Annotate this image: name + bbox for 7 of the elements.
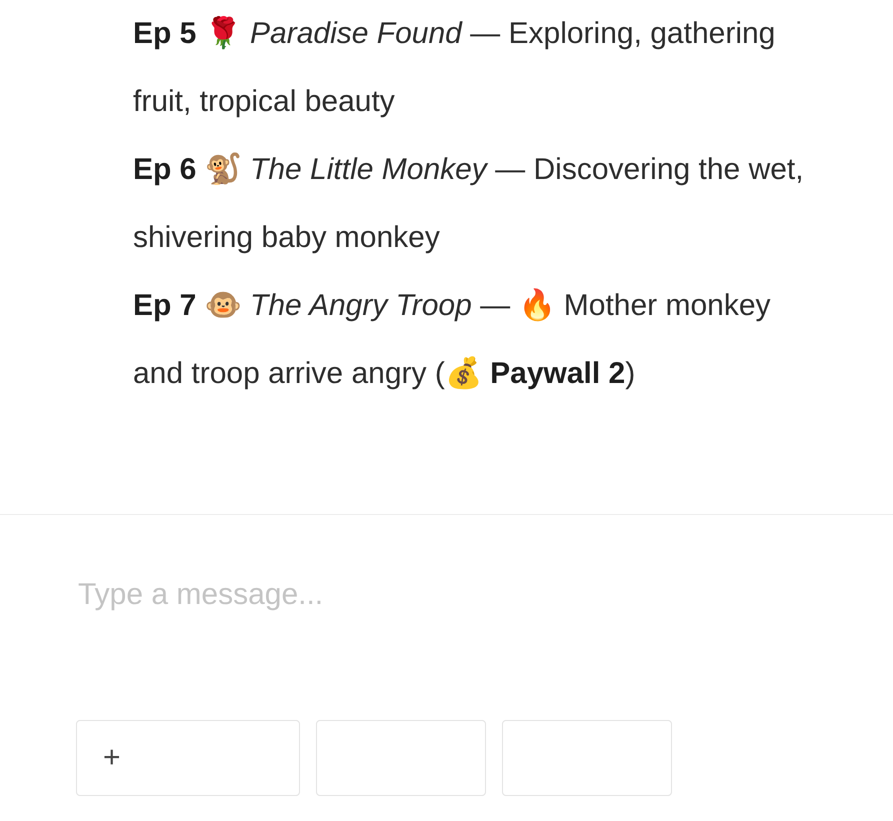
- message-text: Ep 6 🐒 The Little Monkey — Discovering the wet, shivering baby monkey: [133, 152, 805, 256]
- message-text: Ep 5 🌹 Paradise Found — Exploring, gathering fruit, tropical beauty: [133, 15, 776, 120]
- add-button[interactable]: +: [76, 720, 300, 796]
- message-text: Ep 7 🐵 The Angry Troop — 🔥 Mother monkey and troop arrive angry (💰 Paywall 2): [133, 287, 772, 392]
- message-input[interactable]: Type a message...: [76, 577, 780, 613]
- toolbar-button[interactable]: [316, 720, 486, 796]
- toolbar-button[interactable]: [502, 720, 672, 796]
